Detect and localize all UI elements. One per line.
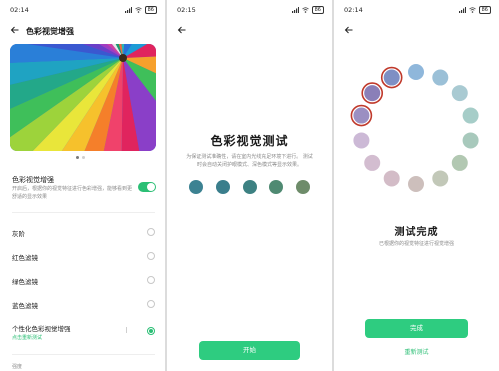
option-blue-filter-label[interactable]: 蓝色滤镜 [12, 300, 38, 310]
back-arrow-icon[interactable] [344, 25, 354, 35]
enhance-label: 色彩视觉增强 [12, 176, 54, 184]
divider [12, 212, 155, 213]
complete-description: 已根据你的视觉特征进行视觉增强 [378, 241, 454, 247]
battery-icon: 86 [311, 6, 324, 14]
settings-screen: 02:14 86 色彩视觉增强 色彩视觉增强 开启后，根据你的视觉特征进行色彩增… [0, 0, 165, 371]
signal-icon [458, 7, 466, 13]
done-button[interactable]: 完成 [365, 319, 468, 338]
color-swatch [189, 180, 203, 194]
start-button[interactable]: 开始 [199, 341, 300, 360]
enhance-toggle[interactable] [138, 182, 156, 192]
test-description: 为保证测试准确性，请在室内光线充足环境下进行。 测试时会自动关闭护眼模式、深色模… [186, 154, 313, 168]
status-bar: 02:14 86 [344, 6, 491, 16]
option-personalized-label[interactable]: 个性化色彩视觉增强 [12, 323, 71, 333]
separator-tick [126, 327, 127, 333]
color-test-intro-screen: 02:15 86 色彩视觉测试 为保证测试准确性，请在室内光线充足环境下进行。 … [167, 0, 332, 371]
ring-color-dot [432, 69, 449, 86]
status-icons: 86 [291, 6, 324, 14]
back-arrow-icon[interactable] [177, 25, 187, 35]
ring-color-dot [451, 85, 468, 102]
status-bar: 02:15 86 [177, 6, 324, 16]
option-personalized-radio[interactable] [147, 327, 155, 335]
wifi-icon [301, 7, 309, 13]
retest-button[interactable]: 重新测试 [334, 347, 499, 356]
wifi-icon [468, 7, 476, 13]
option-green-filter-label[interactable]: 绿色滤镜 [12, 276, 38, 286]
color-swatch [242, 180, 257, 194]
option-grayscale-label[interactable]: 灰阶 [12, 228, 25, 238]
battery-icon: 86 [478, 6, 491, 14]
ring-color-dot [462, 132, 479, 149]
umbrella-image [10, 44, 156, 151]
ring-color-dot [364, 85, 381, 102]
battery-icon: 86 [144, 6, 157, 14]
option-red-filter-label[interactable]: 红色滤镜 [12, 252, 38, 262]
signal-icon [291, 7, 299, 13]
ring-color-dot [408, 64, 424, 80]
option-blue-filter-radio[interactable] [147, 300, 155, 308]
option-green-filter-radio[interactable] [147, 276, 155, 284]
signal-icon [124, 7, 132, 13]
section-label-intensity: 强度 [12, 364, 23, 370]
status-icons: 86 [124, 6, 157, 14]
color-ring [350, 64, 479, 192]
carousel-indicator [76, 156, 85, 159]
test-complete-screen: 02:14 86 测试完成 已根据你的视觉特征进行视觉增强 完成 重新测试 [334, 0, 499, 371]
ring-color-dot [432, 170, 449, 187]
ring-color-dot [364, 154, 381, 171]
color-swatch [215, 180, 230, 194]
status-bar: 02:14 86 [10, 6, 157, 16]
wifi-icon [134, 7, 142, 13]
ring-color-dot [451, 154, 468, 171]
ring-color-dot [383, 69, 400, 86]
page-title: 色彩视觉增强 [26, 27, 74, 36]
test-title: 色彩视觉测试 [210, 134, 289, 148]
status-time: 02:14 [10, 6, 29, 14]
enhance-description: 开启后，根据你的视觉特征进行色彩增强，能够看到更舒适的显示效果 [12, 186, 133, 200]
ring-color-dot [353, 107, 370, 124]
status-icons: 86 [458, 6, 491, 14]
status-time: 02:15 [177, 6, 196, 14]
color-swatch-row [189, 180, 310, 194]
ring-color-dot [383, 170, 400, 187]
ring-color-dot [353, 132, 370, 149]
color-swatch [269, 180, 284, 194]
divider [12, 354, 155, 355]
option-red-filter-radio[interactable] [147, 252, 155, 260]
back-arrow-icon[interactable] [10, 25, 20, 35]
color-swatch [296, 180, 310, 194]
ring-color-dot [462, 107, 479, 124]
carousel-dot[interactable] [82, 156, 85, 159]
option-grayscale-radio[interactable] [147, 228, 155, 236]
retest-link[interactable]: 点击重新测试 [12, 334, 42, 341]
carousel-dot-active[interactable] [76, 156, 79, 159]
ring-color-dot [408, 176, 424, 192]
status-time: 02:14 [344, 6, 363, 14]
complete-title: 测试完成 [394, 227, 439, 238]
